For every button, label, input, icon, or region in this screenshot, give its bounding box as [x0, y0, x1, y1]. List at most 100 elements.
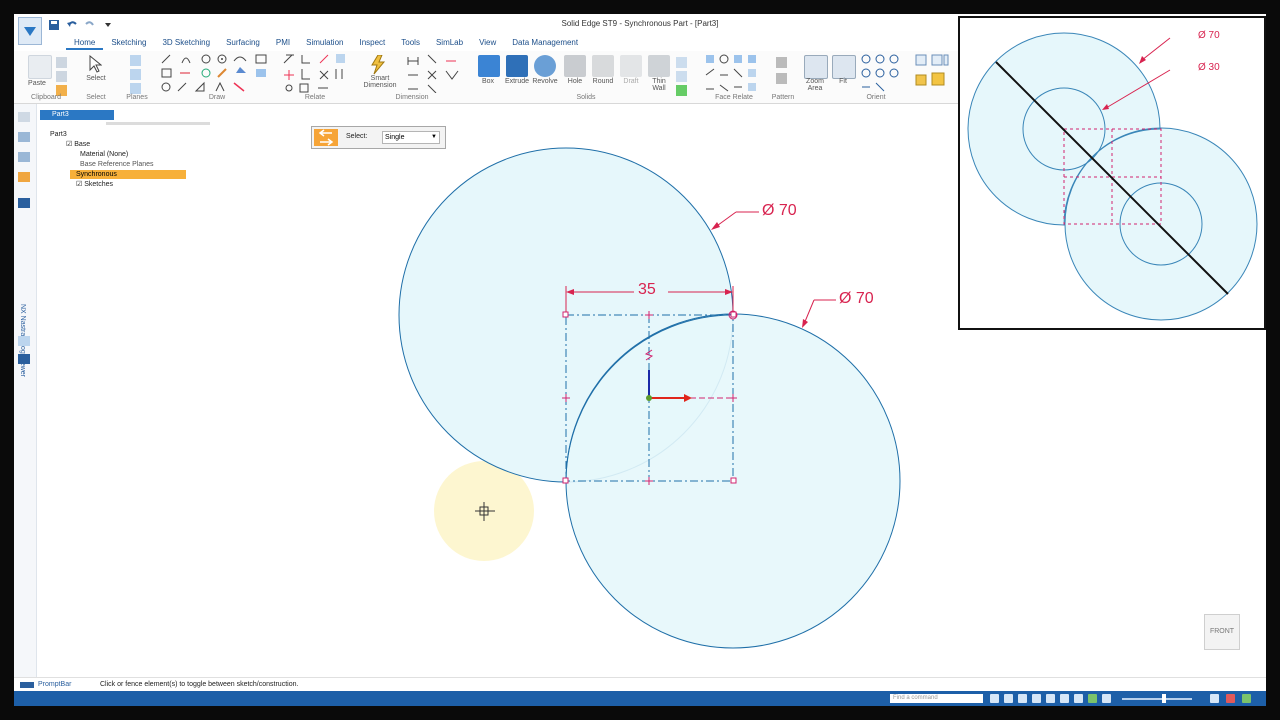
crosshair-cursor	[475, 502, 495, 521]
thin-wall-icon[interactable]	[648, 55, 670, 77]
nastran-icon[interactable]	[18, 198, 30, 208]
sketch-view-status-icon[interactable]	[1088, 694, 1097, 703]
library-icon[interactable]	[18, 172, 30, 182]
view-style-status-icon[interactable]	[1074, 694, 1083, 703]
record-icon[interactable]	[1226, 694, 1235, 703]
select-options-icon[interactable]	[314, 129, 338, 146]
draw-tools-icons[interactable]	[160, 53, 272, 93]
layers-icon[interactable]	[18, 132, 30, 142]
construction-rectangle[interactable]	[565, 314, 734, 482]
box-icon[interactable]	[478, 55, 500, 77]
solids-more-icon[interactable]	[676, 57, 687, 68]
dimension-group-label: Dimension	[395, 94, 429, 101]
leader-top-dia	[711, 211, 759, 230]
pathfinder-tab[interactable]: Part3	[40, 110, 114, 120]
rotate-status-icon[interactable]	[1060, 694, 1069, 703]
smart-dimension-icon[interactable]	[368, 55, 390, 75]
tab-view[interactable]: View	[471, 36, 504, 50]
find-command-input[interactable]: Find a command	[890, 694, 983, 703]
zoom-area-status-icon[interactable]	[1004, 694, 1013, 703]
planes-group-label: Planes	[126, 94, 148, 101]
properties-icon[interactable]	[18, 354, 30, 364]
tree-item-material[interactable]: Material (None)	[80, 150, 128, 159]
tab-pmi[interactable]: PMI	[268, 36, 298, 50]
select-label: Select	[86, 75, 106, 82]
upload-icon[interactable]	[1242, 694, 1251, 703]
tab-tools[interactable]: Tools	[393, 36, 428, 50]
draft-icon[interactable]	[620, 55, 642, 77]
tree-item-sketches[interactable]: ☑ Sketches	[76, 180, 113, 189]
coordinate-system-icon	[644, 349, 692, 402]
relate-group: Relate	[278, 51, 352, 103]
view-orientation-status-icon[interactable]	[1102, 694, 1111, 703]
tab-data-management[interactable]: Data Management	[504, 36, 586, 50]
pan-status-icon[interactable]	[1046, 694, 1055, 703]
pathfinder-icon[interactable]	[18, 112, 30, 122]
hole-icon[interactable]	[564, 55, 586, 77]
tab-surfacing[interactable]: Surfacing	[218, 36, 268, 50]
prompt-message: Click or fence element(s) to toggle betw…	[100, 681, 299, 688]
tab-home[interactable]: Home	[66, 36, 104, 50]
face-relate-group-label: Face Relate	[715, 94, 753, 101]
plane-offset-icon[interactable]	[130, 69, 141, 80]
solids-more-icon-2[interactable]	[676, 71, 687, 82]
corner-keypoints	[562, 310, 738, 484]
features-icon[interactable]	[18, 152, 30, 162]
tree-item-synchronous[interactable]: Synchronous	[70, 170, 186, 179]
select-mode-dropdown[interactable]: Single ▼	[382, 131, 440, 144]
tool-icon[interactable]	[18, 336, 30, 346]
tab-simulation[interactable]: Simulation	[298, 36, 351, 50]
dimension-35-label[interactable]: 35	[638, 281, 656, 299]
zoom-slider-track[interactable]	[1122, 698, 1192, 700]
docking-rail: NX Nastran Log Viewer	[14, 104, 37, 684]
fit-status-icon[interactable]	[1032, 694, 1041, 703]
zoom-slider-thumb[interactable]	[1162, 694, 1166, 703]
clipboard-group: Paste Clipboard	[18, 51, 74, 103]
tree-item-base-reference-planes[interactable]: Base Reference Planes	[80, 160, 154, 169]
extrude-icon[interactable]	[506, 55, 528, 77]
pathfinder-toolbar	[106, 122, 210, 125]
inset-dia-70-label: Ø 70	[1198, 30, 1220, 41]
status-bar: Find a command	[14, 691, 1266, 706]
tab-inspect[interactable]: Inspect	[351, 36, 393, 50]
face-relate-icons[interactable]	[704, 53, 764, 93]
sketch-circle-top[interactable]	[398, 147, 734, 483]
cut-icon[interactable]	[56, 57, 67, 68]
leader-bottom-dia	[802, 299, 836, 328]
promptbar-label: PromptBar	[38, 681, 72, 688]
orient-group-label: Orient	[866, 94, 886, 101]
dimension-top-dia-label[interactable]: Ø 70	[762, 202, 797, 220]
plane-icon[interactable]	[130, 55, 141, 66]
select-mode-value: Single	[385, 134, 405, 141]
thin-wall-label: Thin Wall	[652, 78, 666, 92]
zoom-status-icon[interactable]	[1018, 694, 1027, 703]
tree-item-base-label: Base	[74, 141, 91, 148]
sketch-circle-bottom[interactable]	[565, 313, 901, 649]
fit-label: Fit	[839, 78, 847, 85]
tree-item-base[interactable]: ☑ Base	[66, 140, 90, 149]
dimension-bottom-dia-label[interactable]: Ø 70	[839, 290, 874, 308]
mirror-icon[interactable]	[776, 73, 787, 84]
copy-icon[interactable]	[56, 71, 67, 82]
tab-3d-sketching[interactable]: 3D Sketching	[154, 36, 218, 50]
tab-simlab[interactable]: SimLab	[428, 36, 471, 50]
plane-angle-icon[interactable]	[130, 83, 141, 94]
tree-item-part[interactable]: Part3	[50, 130, 67, 139]
zoom-in-icon[interactable]	[1210, 694, 1219, 703]
select-arrow-icon[interactable]	[88, 55, 102, 73]
pattern-icon[interactable]	[776, 57, 787, 68]
pattern-group: Pattern	[768, 51, 798, 103]
relate-tools-icons[interactable]	[282, 53, 348, 93]
revolve-icon[interactable]	[534, 55, 556, 77]
find-go-icon[interactable]	[990, 694, 999, 703]
zoom-area-icon[interactable]	[804, 55, 828, 79]
promptbar-icon[interactable]	[20, 682, 34, 688]
orient-tools-icons[interactable]	[860, 53, 950, 93]
tab-sketching[interactable]: Sketching	[103, 36, 154, 50]
ribbon: Paste Clipboard Select Select Planes Dra…	[14, 51, 958, 104]
fit-icon[interactable]	[832, 55, 856, 79]
dimension-tools-icons[interactable]	[406, 53, 466, 93]
round-icon[interactable]	[592, 55, 614, 77]
view-cube[interactable]: FRONT	[1204, 614, 1240, 650]
paste-icon[interactable]	[28, 55, 52, 79]
